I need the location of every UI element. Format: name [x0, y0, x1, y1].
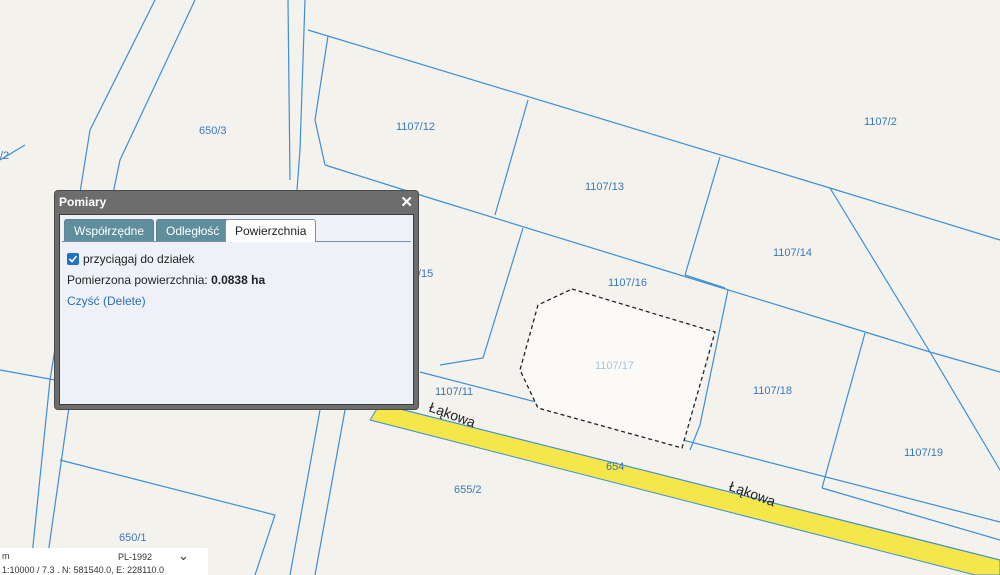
parcel-label: 650/3 — [199, 125, 227, 137]
status-bar: m PL-1992 ⌄ 1:10000 / 7.3 . N: 581540.0,… — [0, 548, 208, 575]
measurement-panel[interactable]: Pomiary ✕ Współrzędne Odległość Powierzc… — [55, 191, 418, 409]
area-value: 0.0838 ha — [211, 273, 266, 287]
parcel-label: 1107/19 — [904, 447, 943, 459]
snap-checkbox-label: przyciągaj do działek — [83, 252, 195, 266]
panel-body: Współrzędne Odległość Powierzchnia przyc… — [59, 214, 414, 405]
parcel-label: 1107/14 — [773, 247, 812, 259]
parcel-label: /15 — [418, 268, 433, 280]
close-icon[interactable]: ✕ — [400, 193, 413, 211]
panel-title: Pomiary — [59, 195, 107, 209]
parcel-label: 1107/11 — [435, 386, 473, 398]
area-label: Pomierzona powierzchnia: — [67, 273, 212, 287]
parcel-label: 1107/16 — [608, 277, 647, 289]
parcel-label: 650/1 — [119, 532, 147, 544]
parcel-label: 1107/12 — [396, 121, 435, 133]
coordinates-readout: 1:10000 / 7.3 . N: 581540.0, E: 228110.0 — [2, 565, 164, 575]
parcel-label: 655/2 — [454, 484, 482, 496]
tab-coordinates[interactable]: Współrzędne — [64, 219, 155, 241]
parcel-label: /2 — [0, 150, 9, 162]
area-result: Pomierzona powierzchnia: 0.0838 ha — [67, 270, 407, 291]
tab-area[interactable]: Powierzchnia — [225, 219, 317, 242]
clear-link[interactable]: Czyść (Delete) — [67, 294, 146, 308]
scale-indicator: m — [2, 551, 10, 561]
snap-checkbox-row[interactable]: przyciągaj do działek — [67, 249, 407, 270]
chevron-down-icon[interactable]: ⌄ — [178, 548, 189, 564]
tab-bar: Współrzędne Odległość Powierzchnia — [62, 217, 411, 242]
parcel-label: 1107/18 — [753, 385, 792, 397]
parcel-label: 1107/2 — [864, 116, 897, 128]
crs-select[interactable]: PL-1992 — [118, 552, 152, 562]
road-number-label: 654 — [606, 461, 624, 473]
parcel-label: 1107/13 — [585, 181, 624, 193]
tab-distance[interactable]: Odległość — [156, 219, 230, 241]
tab-content: przyciągaj do działek Pomierzona powierz… — [67, 249, 407, 312]
snap-checkbox[interactable] — [67, 253, 79, 265]
parcel-label: 1107/17 — [595, 360, 634, 372]
